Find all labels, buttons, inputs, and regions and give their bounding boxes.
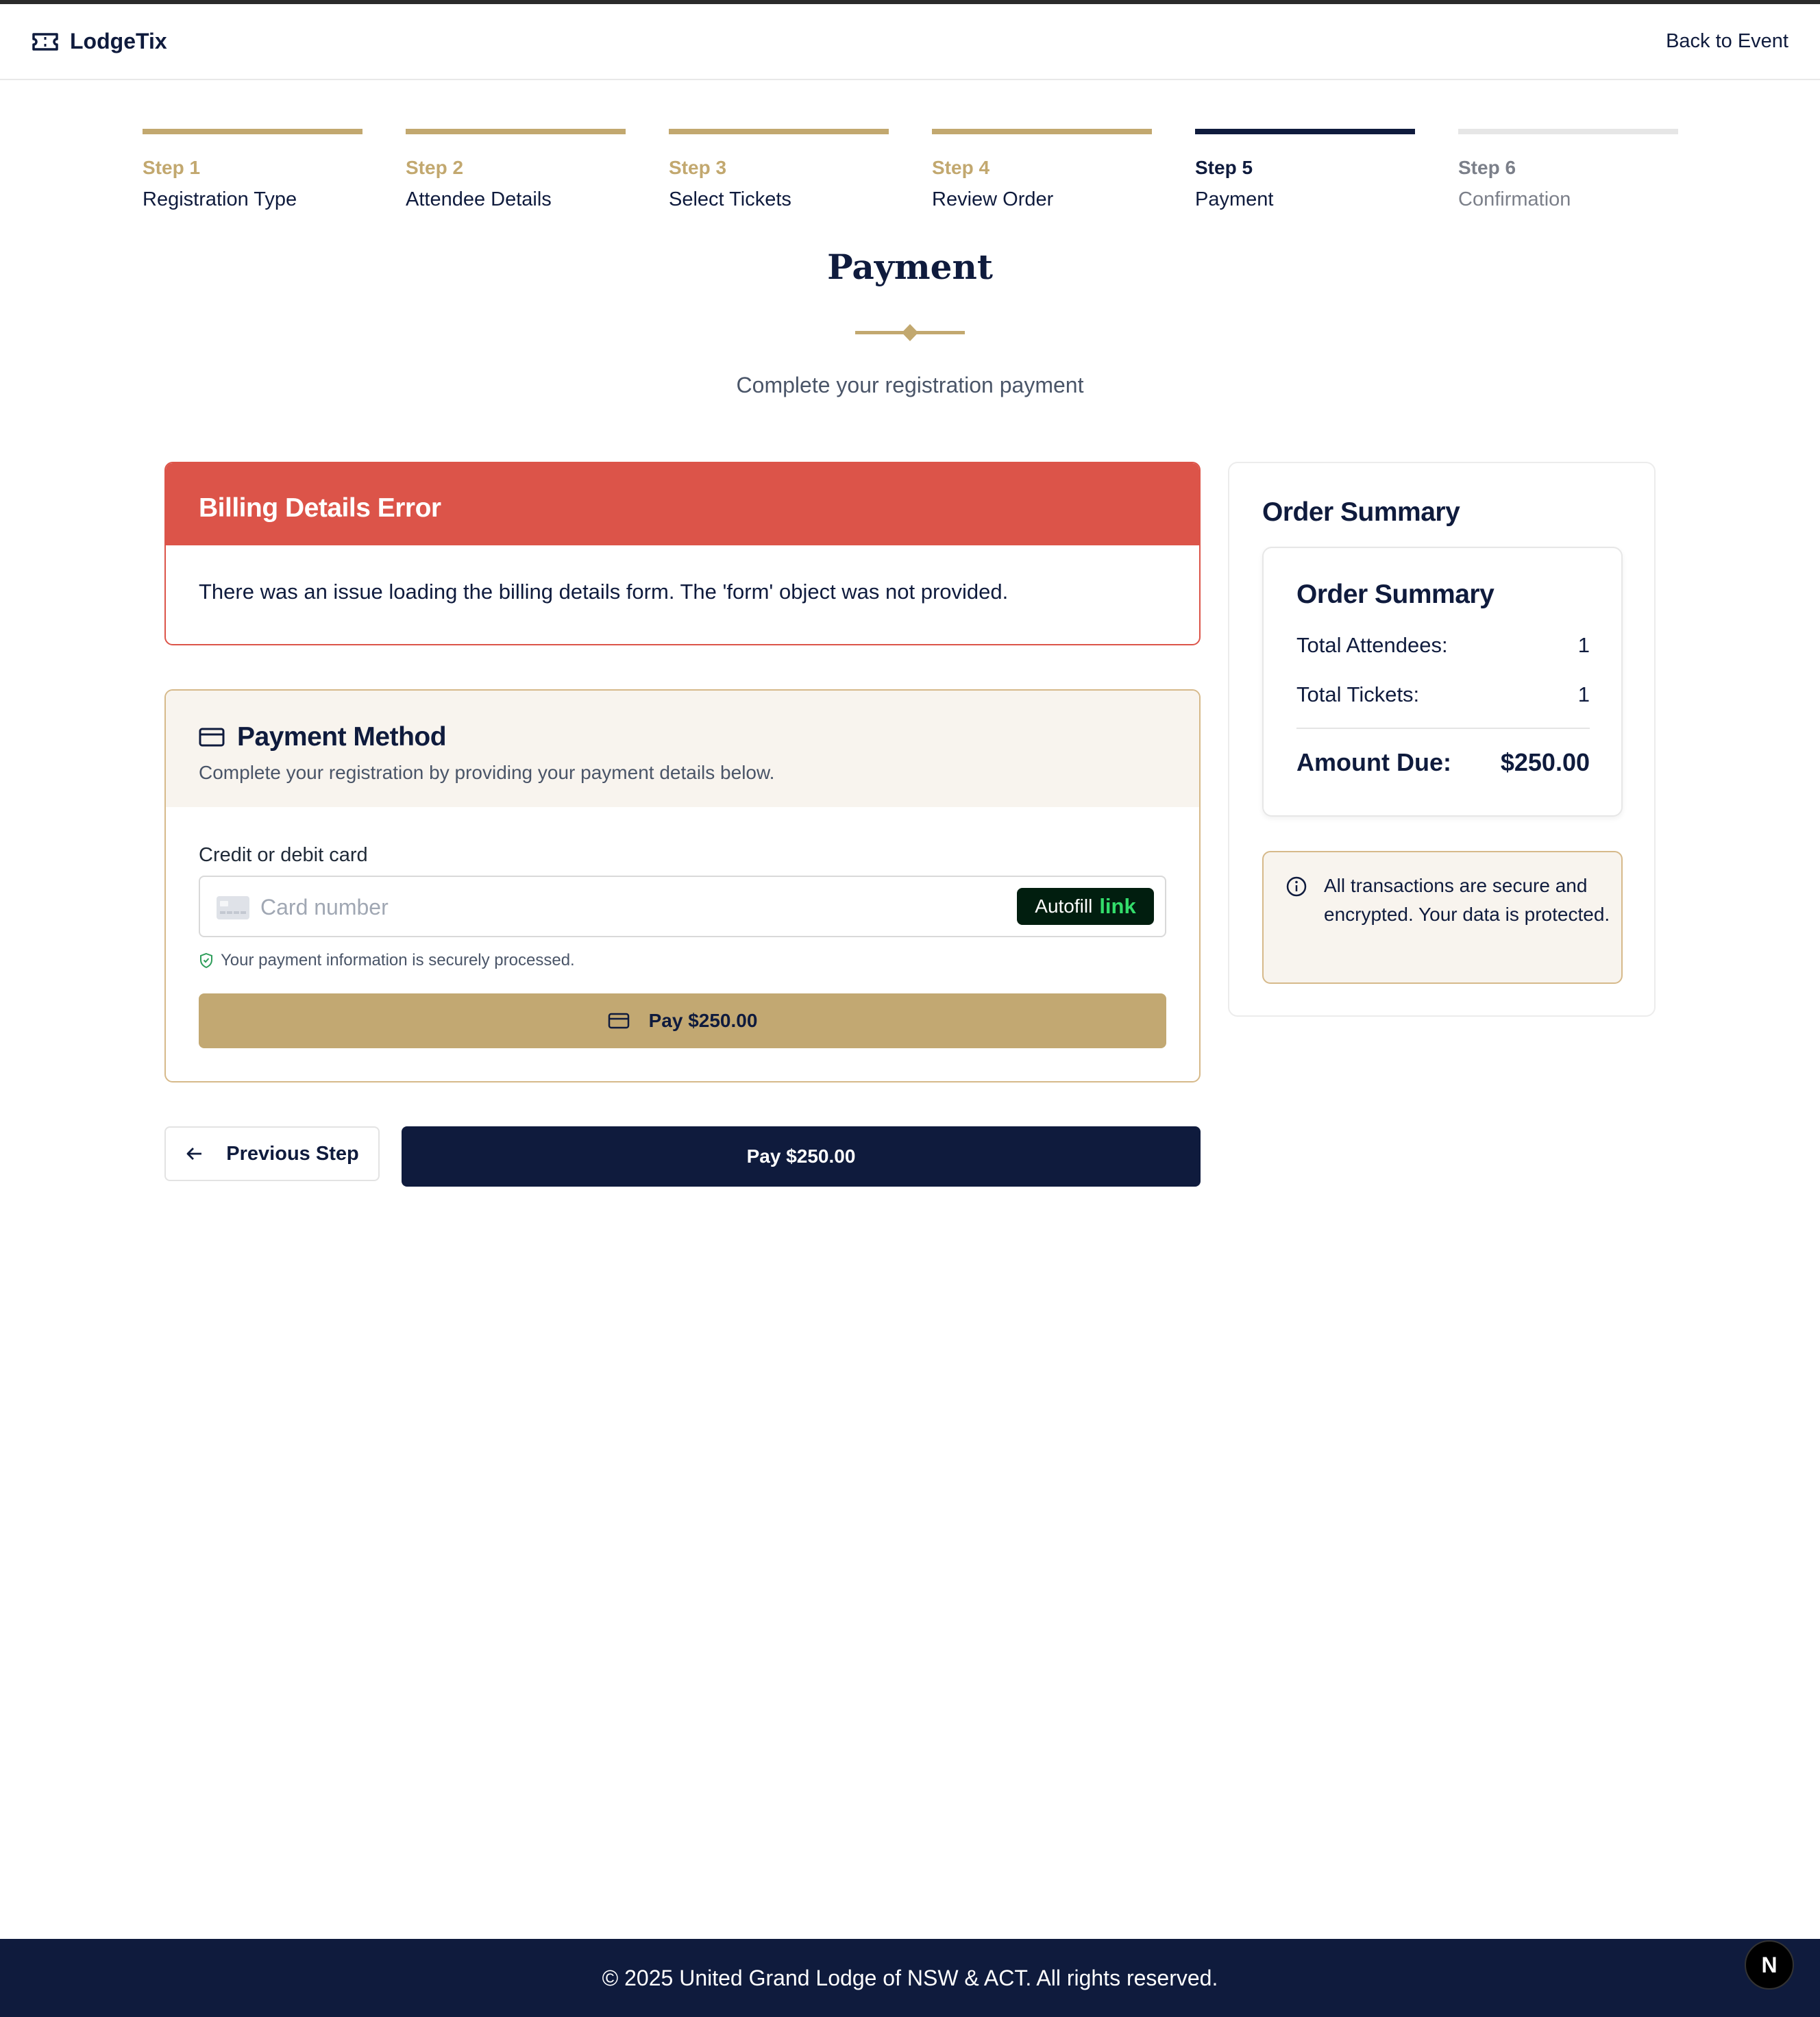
billing-error-message: There was an issue loading the billing d… — [199, 580, 1009, 604]
secure-note-text: Your payment information is securely pro… — [221, 951, 575, 969]
submit-payment-label: Pay $250.00 — [746, 1146, 856, 1167]
step-number: Step 1 — [143, 157, 201, 178]
link-logo: link — [1099, 894, 1136, 918]
page-subtitle: Complete your registration payment — [736, 373, 1084, 397]
card-number-field[interactable]: Autofill link — [199, 876, 1166, 937]
nextjs-dev-badge[interactable]: N — [1745, 1940, 1794, 1990]
billing-error-title: Billing Details Error — [199, 493, 441, 523]
page-title: Payment — [827, 247, 993, 287]
brand-name: LodgeTix — [70, 29, 167, 53]
billing-error-card: Billing Details Error There was an issue… — [164, 462, 1201, 645]
billing-error-header: Billing Details Error — [166, 463, 1199, 545]
autofill-label: Autofill — [1035, 895, 1093, 917]
footer-copyright: © 2025 United Grand Lodge of NSW & ACT. … — [602, 1965, 1218, 1990]
step-name: Review Order — [932, 188, 1054, 210]
step-attendee-details[interactable]: Step 2 Attendee Details — [406, 129, 626, 211]
diamond-divider-icon — [855, 324, 965, 341]
payment-method-title: Payment Method — [237, 722, 447, 752]
credit-card-icon — [608, 1013, 629, 1029]
step-number: Step 3 — [669, 157, 727, 178]
payment-method-header: Payment Method Complete your registratio… — [166, 691, 1199, 807]
total-tickets-label: Total Tickets: — [1296, 682, 1420, 706]
security-notice: All transactions are secure and encrypte… — [1262, 851, 1623, 984]
step-name: Attendee Details — [406, 188, 552, 210]
amount-due-label: Amount Due: — [1296, 748, 1451, 776]
summary-divider — [1296, 728, 1590, 729]
total-tickets-row: Total Tickets: 1 — [1296, 682, 1590, 707]
total-tickets-value: 1 — [1577, 682, 1590, 706]
step-name: Payment — [1195, 188, 1274, 210]
total-attendees-label: Total Attendees: — [1296, 633, 1448, 657]
total-attendees-row: Total Attendees: 1 — [1296, 633, 1590, 658]
total-attendees-value: 1 — [1577, 633, 1590, 657]
card-pay-button-label: Pay $250.00 — [648, 1010, 758, 1031]
step-progress-bar — [1458, 129, 1678, 134]
amount-due-value: $250.00 — [1500, 748, 1590, 776]
amount-due-row: Amount Due: $250.00 — [1296, 748, 1590, 777]
order-summary-panel: Order Summary Order Summary Total Attend… — [1228, 462, 1656, 1017]
order-summary-title: Order Summary — [1262, 497, 1460, 527]
step-select-tickets[interactable]: Step 3 Select Tickets — [669, 129, 889, 211]
site-footer: © 2025 United Grand Lodge of NSW & ACT. … — [0, 1939, 1820, 2017]
order-summary-card: Order Summary Total Attendees: 1 Total T… — [1262, 547, 1623, 817]
arrow-left-icon — [186, 1148, 202, 1160]
step-number: Step 6 — [1458, 157, 1516, 178]
step-name: Confirmation — [1458, 188, 1571, 210]
order-summary-inner-title: Order Summary — [1296, 580, 1495, 609]
brand-logo[interactable]: LodgeTix — [32, 29, 167, 54]
step-name: Registration Type — [143, 188, 297, 210]
submit-payment-button[interactable]: Pay $250.00 — [402, 1126, 1201, 1187]
ticket-icon — [32, 32, 58, 51]
previous-step-button[interactable]: Previous Step — [164, 1126, 380, 1181]
security-notice-text: All transactions are secure and encrypte… — [1324, 875, 1610, 925]
step-name: Select Tickets — [669, 188, 791, 210]
payment-method-description: Complete your registration by providing … — [199, 762, 775, 783]
step-payment: Step 5 Payment — [1195, 129, 1415, 211]
back-to-event-link[interactable]: Back to Event — [1666, 30, 1788, 53]
secure-processing-note: Your payment information is securely pro… — [199, 951, 575, 970]
autofill-link-button[interactable]: Autofill link — [1017, 888, 1154, 925]
step-progress-bar — [1195, 129, 1415, 134]
credit-card-icon — [199, 728, 225, 747]
shield-check-icon — [200, 952, 212, 969]
step-registration-type[interactable]: Step 1 Registration Type — [143, 129, 362, 211]
site-header: LodgeTix Back to Event — [0, 4, 1820, 80]
info-icon — [1286, 876, 1307, 897]
step-progress-bar — [143, 129, 362, 134]
previous-step-label: Previous Step — [226, 1142, 359, 1165]
step-progress-bar — [932, 129, 1152, 134]
step-review-order[interactable]: Step 4 Review Order — [932, 129, 1152, 211]
card-brand-placeholder-icon — [217, 896, 249, 919]
card-number-input[interactable] — [260, 888, 1014, 926]
step-progress-bar — [406, 129, 626, 134]
card-pay-button[interactable]: Pay $250.00 — [199, 993, 1166, 1048]
step-confirmation: Step 6 Confirmation — [1458, 129, 1678, 211]
step-progress-bar — [669, 129, 889, 134]
payment-method-card: Payment Method Complete your registratio… — [164, 689, 1201, 1082]
step-number: Step 5 — [1195, 157, 1253, 178]
step-number: Step 4 — [932, 157, 990, 178]
step-number: Step 2 — [406, 157, 464, 178]
card-field-label: Credit or debit card — [199, 844, 368, 866]
